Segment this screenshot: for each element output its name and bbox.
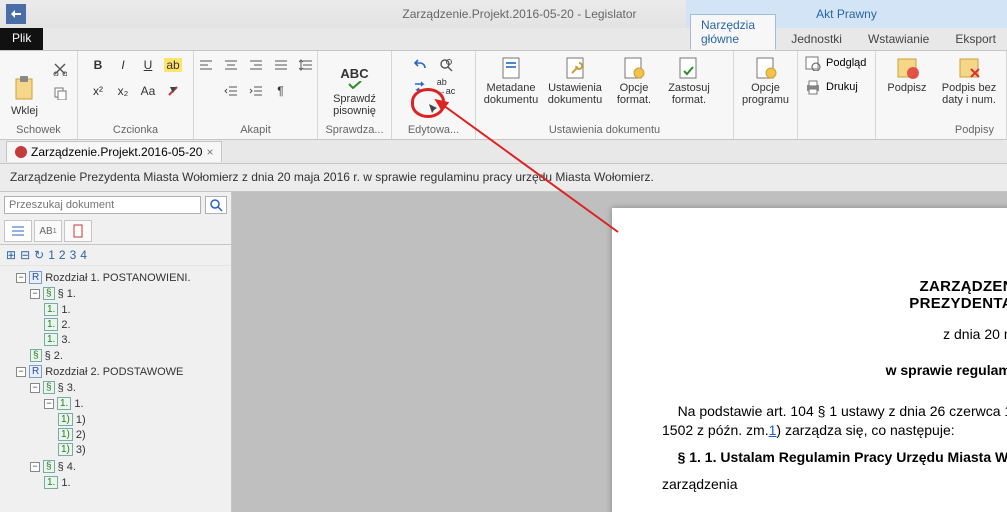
cut-button[interactable] [49, 59, 71, 79]
view-tab-3[interactable] [64, 220, 92, 242]
sign-button[interactable]: Podpisz [882, 55, 932, 94]
app-icon [6, 4, 26, 24]
align-center-button[interactable] [220, 55, 242, 75]
page-3[interactable]: 3 [70, 248, 77, 262]
sign-nodate-button[interactable]: Podpis bez daty i num. [938, 55, 1000, 106]
search-button[interactable] [205, 196, 227, 214]
page-4[interactable]: 4 [80, 248, 87, 262]
document-icon [498, 55, 524, 81]
group-font-label: Czcionka [84, 122, 187, 139]
paste-button[interactable]: Wklej [6, 55, 43, 117]
document-description: Zarządzenie Prezydenta Miasta Wołomierz … [0, 164, 1007, 192]
group-edit-label: Edytowa... [398, 122, 469, 139]
file-menu[interactable]: Plik [0, 28, 43, 50]
view-tab-2[interactable]: AB1 [34, 220, 62, 242]
pilcrow-button[interactable]: ¶ [270, 81, 292, 101]
tab-units[interactable]: Jednostki [780, 28, 853, 50]
stamp-x-icon [955, 55, 983, 81]
apply-format-button[interactable]: Zastosuj format. [664, 55, 714, 106]
align-justify-button[interactable] [270, 55, 292, 75]
page-heading-1: ZARZĄDZENIE NR .......... [662, 278, 1007, 295]
group-docsettings-label: Ustawienia dokumentu [482, 122, 727, 139]
replace-text-button[interactable]: ab→ac [435, 77, 457, 97]
select-button[interactable] [423, 99, 445, 119]
replace-button[interactable] [410, 77, 432, 97]
apply-format-icon [676, 55, 702, 81]
change-case-button[interactable]: Aa [137, 81, 159, 101]
subscript-button[interactable]: x₂ [112, 81, 134, 101]
align-right-button[interactable] [245, 55, 267, 75]
bold-button[interactable]: B [87, 55, 109, 75]
find-button[interactable] [435, 55, 457, 75]
collapse-all-button[interactable]: ⊟ [20, 248, 30, 262]
group-check-label: Sprawdza... [324, 122, 385, 139]
stamp-icon [893, 55, 921, 81]
clear-format-button[interactable] [162, 81, 184, 101]
print-button[interactable]: Drukuj [804, 79, 858, 95]
search-input[interactable] [4, 196, 201, 214]
document-canvas[interactable]: ZARZĄDZENIE NR .......... PREZYDENTA MIA… [232, 192, 1007, 512]
indent-button[interactable] [245, 81, 267, 101]
underline-button[interactable]: U [137, 55, 159, 75]
page-2[interactable]: 2 [59, 248, 66, 262]
close-tab-button[interactable]: × [206, 145, 213, 159]
tab-home[interactable]: Narzędzia główne [690, 14, 776, 50]
abc-check-icon: ABC [341, 63, 369, 91]
page-date: z dnia 20 maja 2016 r. [662, 326, 1007, 342]
group-clipboard-label: Schowek [6, 122, 71, 139]
copy-button[interactable] [49, 83, 71, 103]
group-paragraph-label: Akapit [200, 122, 311, 139]
page: ZARZĄDZENIE NR .......... PREZYDENTA MIA… [612, 208, 1007, 512]
page-para-1: Na podstawie art. 104 § 1 ustawy z dnia … [662, 402, 1007, 440]
gear-doc-icon [753, 55, 779, 81]
spellcheck-button[interactable]: ABC Sprawdź pisownię [324, 55, 385, 117]
outdent-button[interactable] [220, 81, 242, 101]
outline-tree[interactable]: −RRozdział 1. POSTANOWIENI. −§§ 1. 1.1. … [0, 266, 231, 512]
line-spacing-button[interactable] [295, 55, 317, 75]
tab-insert[interactable]: Wstawianie [857, 28, 940, 50]
refresh-button[interactable]: ↻ [34, 248, 44, 262]
metadata-button[interactable]: Metadane dokumentu [482, 55, 540, 106]
page-para-2: § 1. 1. Ustalam Regulamin Pracy Urzędu M… [662, 448, 1007, 467]
align-left-button[interactable] [195, 55, 217, 75]
page-1[interactable]: 1 [48, 248, 55, 262]
undo-button[interactable] [410, 55, 432, 75]
page-para-3: zarządzenia [662, 475, 1007, 494]
preview-icon [804, 55, 822, 71]
view-tab-outline[interactable] [4, 220, 32, 242]
document-tab[interactable]: Zarządzenie.Projekt.2016-05-20 × [6, 141, 222, 162]
tab-export[interactable]: Eksport [944, 28, 1007, 50]
italic-button[interactable]: I [112, 55, 134, 75]
expand-all-button[interactable]: ⊞ [6, 248, 16, 262]
document-tab-icon [15, 146, 27, 158]
format-options-icon [621, 55, 647, 81]
printer-icon [804, 79, 822, 95]
highlight-button[interactable]: ab [162, 55, 184, 75]
group-sign-label: Podpisy [882, 122, 1000, 139]
clipboard-icon [11, 75, 39, 103]
preview-button[interactable]: Podgląd [804, 55, 866, 71]
wrench-icon [562, 55, 588, 81]
page-subject: w sprawie regulaminu pracy urzędu M [662, 362, 1007, 378]
doc-settings-button[interactable]: Ustawienia dokumentu [546, 55, 604, 106]
program-options-button[interactable]: Opcje programu [740, 55, 791, 106]
page-heading-2: PREZYDENTA MIASTA WOŁ [662, 295, 1007, 312]
superscript-button[interactable]: x² [87, 81, 109, 101]
format-options-button[interactable]: Opcje format. [610, 55, 658, 106]
